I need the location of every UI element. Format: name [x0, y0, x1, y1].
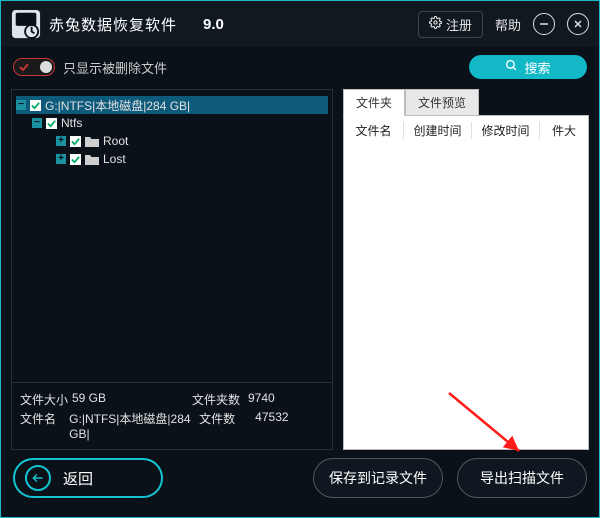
tree-node-label: Root [103, 134, 128, 148]
export-scan-button[interactable]: 导出扫描文件 [457, 458, 587, 498]
tab-folder[interactable]: 文件夹 [343, 89, 405, 116]
back-button[interactable]: 返回 [13, 458, 163, 498]
app-title: 赤兔数据恢复软件 [49, 14, 177, 35]
register-label: 注册 [446, 15, 472, 34]
tab-preview[interactable]: 文件预览 [405, 89, 479, 116]
checkbox-checked[interactable] [70, 154, 81, 165]
tree-node-ntfs[interactable]: Ntfs [16, 114, 328, 132]
arrow-left-icon [25, 465, 51, 491]
expand-icon[interactable] [56, 154, 66, 164]
title-controls: 注册 帮助 [418, 11, 589, 38]
search-icon [505, 59, 518, 75]
tree-node-drive[interactable]: G:|NTFS|本地磁盘|284 GB| [16, 96, 328, 114]
column-headers: 文件名 创建时间 修改时间 件大 [344, 116, 588, 145]
right-column: 文件夹 文件预览 文件名 创建时间 修改时间 件大 [343, 89, 589, 450]
search-label: 搜索 [524, 58, 550, 77]
deleted-only-label: 只显示被删除文件 [63, 58, 167, 77]
tree-node-root[interactable]: Root [16, 132, 328, 150]
title-bar: 赤兔数据恢复软件 9.0 注册 帮助 [1, 1, 599, 47]
files-value: 47532 [255, 410, 288, 441]
column-name[interactable]: 文件名 [344, 122, 404, 139]
folders-label: 文件夹数 [192, 391, 248, 408]
size-label: 文件大小 [20, 391, 72, 408]
filter-row: 只显示被删除文件 搜索 [1, 47, 599, 89]
app-window: 赤兔数据恢复软件 9.0 注册 帮助 只显示被删除文件 [0, 0, 600, 518]
checkbox-checked[interactable] [46, 118, 57, 129]
back-label: 返回 [63, 468, 93, 489]
left-column: G:|NTFS|本地磁盘|284 GB| Ntfs Root [11, 89, 333, 450]
register-button[interactable]: 注册 [418, 11, 483, 38]
tree-node-lost[interactable]: Lost [16, 150, 328, 168]
search-button[interactable]: 搜索 [469, 55, 587, 79]
collapse-icon[interactable] [32, 118, 42, 128]
tree-node-label: G:|NTFS|本地磁盘|284 GB| [45, 97, 190, 114]
checkbox-checked[interactable] [30, 100, 41, 111]
files-label: 文件数 [199, 410, 255, 441]
app-version: 9.0 [203, 16, 224, 33]
toggle-knob [40, 61, 52, 73]
tree-view[interactable]: G:|NTFS|本地磁盘|284 GB| Ntfs Root [11, 89, 333, 383]
folder-icon [85, 135, 99, 147]
collapse-icon[interactable] [16, 100, 26, 110]
size-value: 59 GB [72, 391, 106, 408]
expand-icon[interactable] [56, 136, 66, 146]
filename-value: G:|NTFS|本地磁盘|284 GB| [69, 410, 199, 441]
column-created[interactable]: 创建时间 [404, 122, 472, 139]
close-button[interactable] [567, 13, 589, 35]
folder-icon [85, 153, 99, 165]
main-area: G:|NTFS|本地磁盘|284 GB| Ntfs Root [1, 89, 599, 450]
filename-label: 文件名 [20, 410, 69, 441]
app-logo-icon [11, 9, 41, 39]
column-modified[interactable]: 修改时间 [472, 122, 540, 139]
help-link[interactable]: 帮助 [495, 15, 521, 34]
checkbox-checked[interactable] [70, 136, 81, 147]
folders-value: 9740 [248, 391, 275, 408]
tab-bar: 文件夹 文件预览 [343, 89, 589, 116]
column-size[interactable]: 件大 [540, 122, 588, 139]
minimize-button[interactable] [533, 13, 555, 35]
file-list-panel[interactable]: 文件名 创建时间 修改时间 件大 [343, 115, 589, 450]
tree-node-label: Lost [103, 152, 126, 166]
tree-node-label: Ntfs [61, 116, 82, 130]
deleted-only-toggle[interactable] [13, 58, 55, 76]
bottom-bar: 返回 保存到记录文件 导出扫描文件 [1, 439, 599, 517]
save-log-button[interactable]: 保存到记录文件 [313, 458, 443, 498]
gear-icon [429, 16, 442, 32]
